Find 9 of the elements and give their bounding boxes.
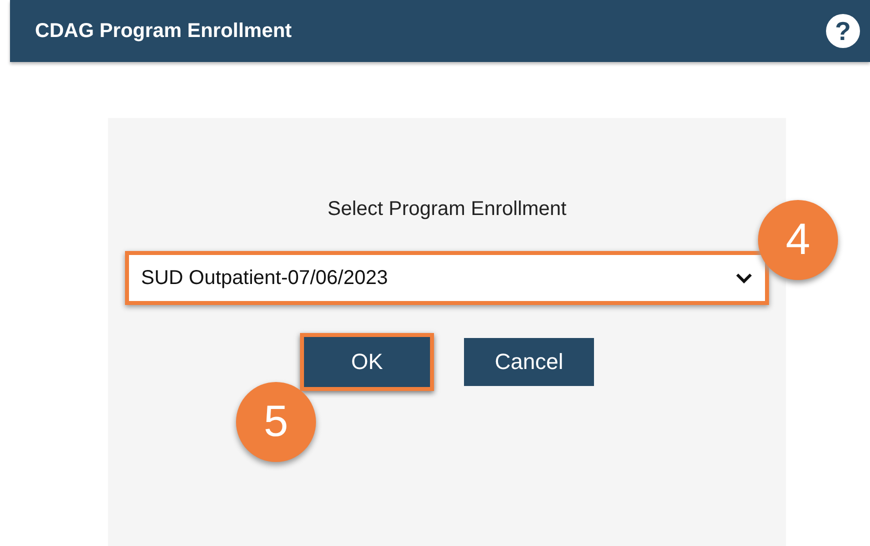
step-number-badge: 4 <box>758 200 838 280</box>
cancel-button[interactable]: Cancel <box>464 338 594 386</box>
enrollment-dropdown[interactable]: SUD Outpatient-07/06/2023 <box>125 251 769 305</box>
field-label: Select Program Enrollment <box>328 198 566 221</box>
step-number-badge: 5 <box>236 382 316 462</box>
chevron-icon <box>735 272 753 284</box>
help-icon[interactable]: ? <box>826 14 860 48</box>
ok-button[interactable]: OK <box>300 333 434 391</box>
page-title: CDAG Program Enrollment <box>35 20 292 42</box>
